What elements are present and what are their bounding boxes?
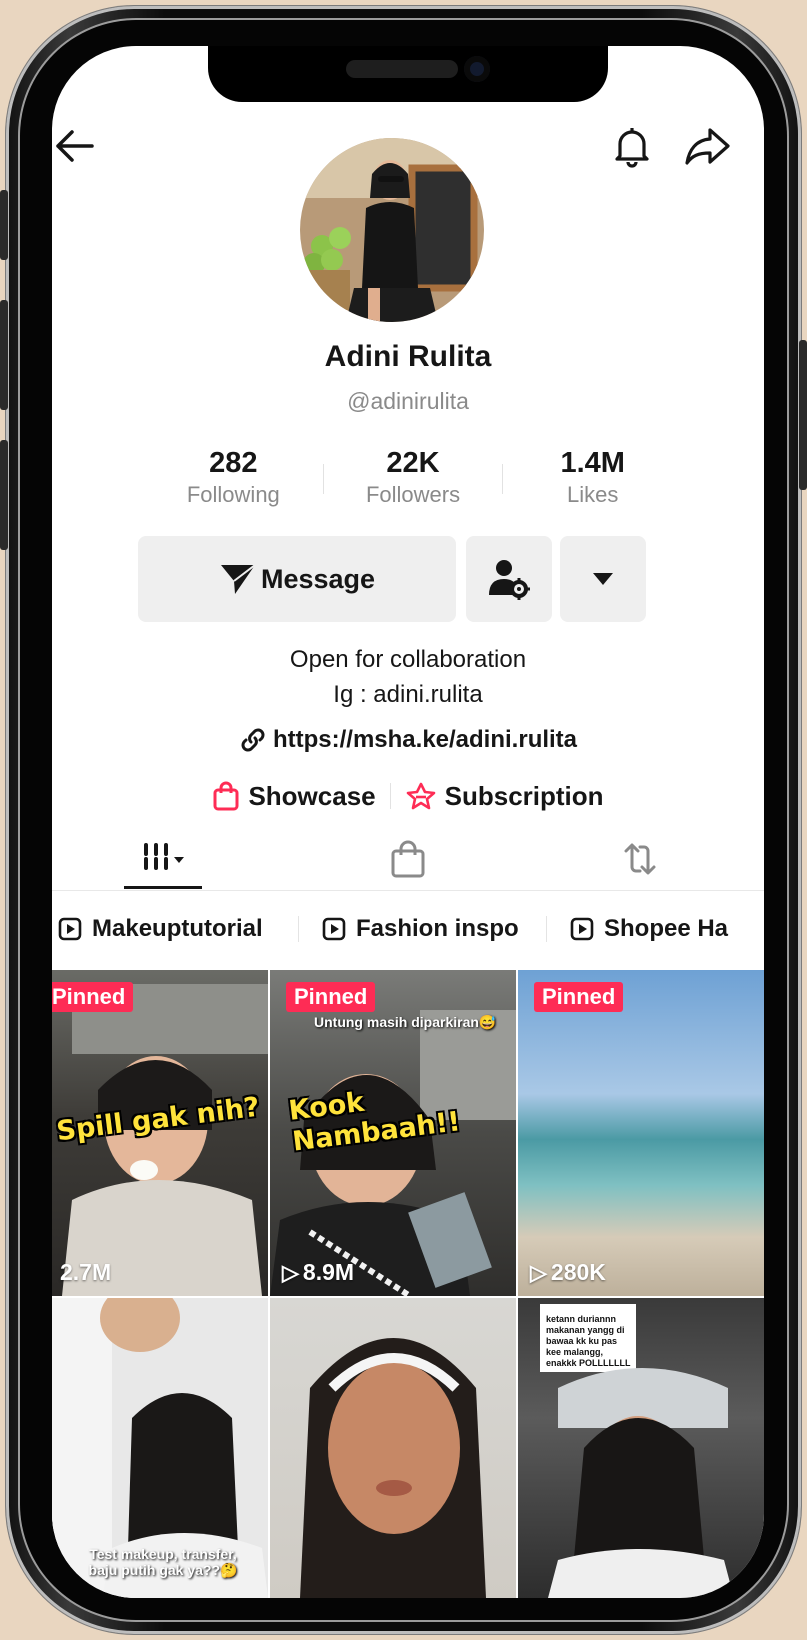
playlist-row: Makeuptutorial Fashion inspo Shopee Ha xyxy=(52,908,764,950)
suggested-accounts-button[interactable] xyxy=(466,536,552,622)
send-icon xyxy=(220,564,256,594)
view-count-value: 2.7M xyxy=(60,1259,112,1285)
stat-value: 22K xyxy=(386,447,440,479)
stat-followers[interactable]: 22K Followers xyxy=(324,446,503,516)
stat-label: Followers xyxy=(365,482,461,507)
avatar-image xyxy=(300,138,484,322)
video-thumbnail[interactable]: Test makeup, transfer, baju putih gak ya… xyxy=(52,1298,268,1598)
active-tab-indicator xyxy=(124,886,202,889)
showcase-button[interactable]: Showcase xyxy=(198,781,389,812)
play-icon: ▷ xyxy=(282,1259,299,1285)
side-button-volume-down xyxy=(0,440,8,550)
bio-line: Ig : adini.rulita xyxy=(333,681,483,708)
grid-icon xyxy=(144,843,184,875)
tab-shop[interactable] xyxy=(358,830,458,888)
pinned-badge: Pinned xyxy=(52,982,134,1012)
view-count-value: 280K xyxy=(550,1259,606,1285)
profile-handle: @adinirulita xyxy=(347,388,469,414)
video-thumbnail[interactable]: Pinned ▷ 280K xyxy=(518,970,764,1296)
pinned-badge: Pinned xyxy=(534,982,624,1012)
bio-line: Open for collaboration xyxy=(289,646,527,673)
front-camera xyxy=(464,56,490,82)
stat-following[interactable]: 282 Following xyxy=(144,446,323,516)
tab-reposts[interactable] xyxy=(590,830,690,888)
video-thumbnail[interactable]: Pinned Untung masih diparkiran😅 Kook Nam… xyxy=(270,970,516,1296)
subscription-star-icon xyxy=(406,782,435,810)
subscription-label: Subscription xyxy=(444,780,604,811)
play-icon xyxy=(58,917,82,941)
playlist-item[interactable]: Fashion inspo xyxy=(322,908,519,950)
playlist-divider xyxy=(298,916,299,942)
side-button-volume-up xyxy=(0,300,8,410)
video-thumbnail[interactable] xyxy=(270,1298,516,1598)
message-button[interactable]: Message xyxy=(138,536,456,622)
stat-label: Following xyxy=(186,482,280,507)
notch xyxy=(208,46,608,102)
playlist-divider xyxy=(546,916,547,942)
stat-value: 1.4M xyxy=(560,447,625,479)
play-icon xyxy=(322,917,346,941)
profile-link[interactable]: https://msha.ke/adini.rulita xyxy=(52,726,764,754)
video-caption: Test makeup, transfer, baju putih gak ya… xyxy=(88,1546,238,1578)
view-count: ▷ 280K xyxy=(530,1259,606,1286)
profile-name: Adini Rulita xyxy=(324,340,492,373)
tab-videos[interactable] xyxy=(114,830,214,888)
playlist-label: Makeuptutorial xyxy=(92,915,263,942)
bio: Open for collaboration Ig : adini.rulita xyxy=(52,642,764,712)
share-button[interactable] xyxy=(682,122,734,170)
content-tabs xyxy=(52,830,764,891)
link-text: https://msha.ke/adini.rulita xyxy=(272,726,578,753)
side-button-power xyxy=(799,340,807,490)
play-icon xyxy=(570,917,594,941)
video-caption: Untung masih diparkiran😅 xyxy=(314,1014,497,1030)
view-count: 2.7M xyxy=(60,1259,111,1286)
notification-button[interactable] xyxy=(608,122,656,170)
playlist-item[interactable]: Shopee Ha xyxy=(570,908,728,950)
bell-icon xyxy=(615,128,649,168)
more-options-button[interactable] xyxy=(560,536,646,622)
share-icon xyxy=(685,128,730,165)
add-user-settings-icon xyxy=(489,560,530,600)
play-icon: ▷ xyxy=(530,1259,547,1285)
pinned-badge: Pinned xyxy=(286,982,376,1012)
playlist-item[interactable]: Makeuptutorial xyxy=(58,908,263,950)
link-icon xyxy=(241,728,265,752)
bag-tab-icon xyxy=(391,840,425,878)
stat-value: 282 xyxy=(209,447,258,479)
stats-row: 282 Following 22K Followers 1.4M Likes xyxy=(144,446,682,516)
video-grid: Pinned Spill gak nih? 2.7M Pinned Untung… xyxy=(52,970,764,1598)
side-button-silent xyxy=(0,190,8,260)
shopping-bag-icon xyxy=(213,781,239,811)
showcase-row: Showcase Subscription xyxy=(52,776,764,816)
avatar[interactable] xyxy=(300,138,484,322)
stat-likes[interactable]: 1.4M Likes xyxy=(503,446,682,516)
view-count: ▷ 8.9M xyxy=(282,1259,354,1286)
app-screen: Adini Rulita @adinirulita 282 Following … xyxy=(52,46,764,1598)
video-caption: ketann duriannn makanan yangg di bawaa k… xyxy=(546,1314,631,1368)
repost-icon xyxy=(624,843,656,875)
video-thumbnail[interactable]: Pinned Spill gak nih? 2.7M xyxy=(52,970,268,1296)
thumbnail-image xyxy=(300,1338,486,1598)
back-arrow-icon xyxy=(56,130,94,162)
view-count-value: 8.9M xyxy=(302,1259,355,1285)
speaker xyxy=(346,60,458,78)
action-row: Message xyxy=(52,536,764,622)
back-button[interactable] xyxy=(52,122,100,170)
caret-down-icon xyxy=(593,573,613,585)
subscription-button[interactable]: Subscription xyxy=(391,781,618,812)
playlist-label: Fashion inspo xyxy=(356,915,519,942)
message-label: Message xyxy=(260,563,376,594)
stat-label: Likes xyxy=(567,482,619,507)
showcase-label: Showcase xyxy=(248,780,376,811)
video-thumbnail[interactable]: ketann duriannn makanan yangg di bawaa k… xyxy=(518,1298,764,1598)
playlist-label: Shopee Ha xyxy=(604,915,729,942)
